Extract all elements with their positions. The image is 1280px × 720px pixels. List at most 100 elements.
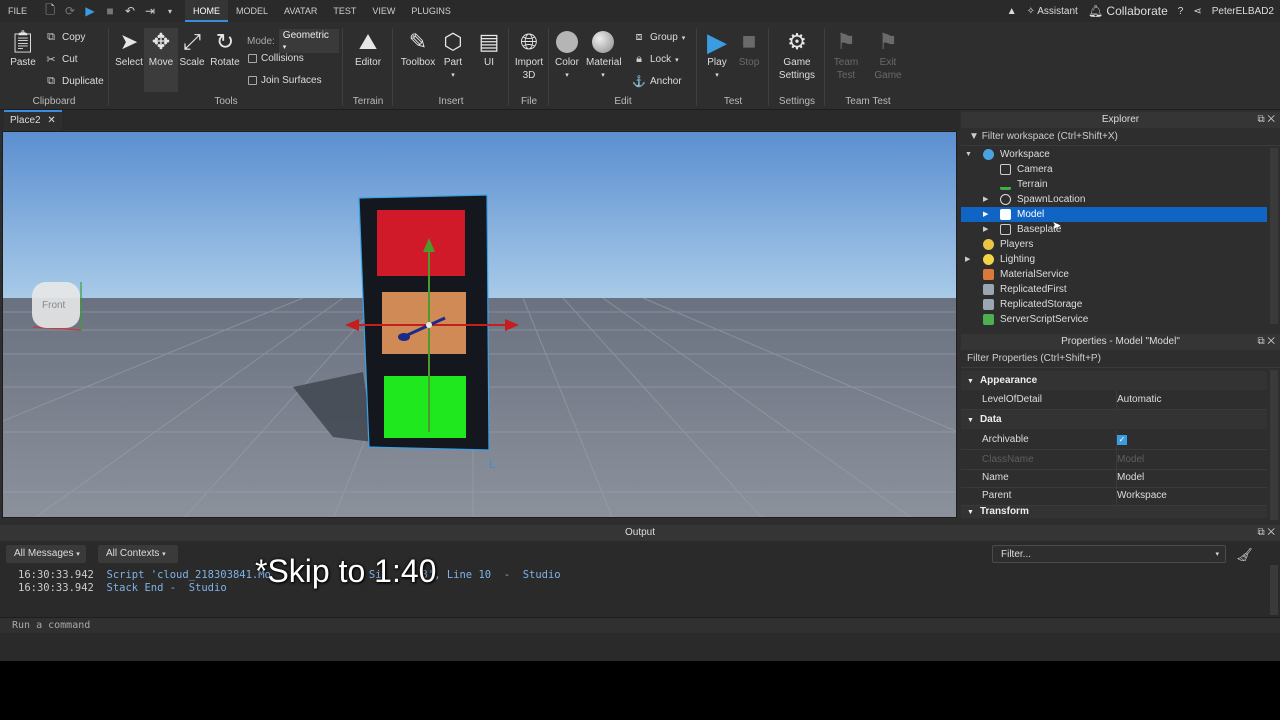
properties-window-controls[interactable]: ⧉ ✕ — [1257, 334, 1275, 350]
command-bar[interactable]: Run a command — [0, 617, 1280, 633]
tab-test[interactable]: TEST — [325, 0, 364, 22]
tab-model[interactable]: MODEL — [228, 0, 276, 22]
tab-place2[interactable]: Place2 ✕ — [4, 110, 62, 130]
all-contexts-dropdown[interactable]: All Contexts ▾ — [98, 545, 178, 563]
lock-button[interactable]: 🔒︎ Lock ▾ — [632, 53, 679, 66]
properties-filter[interactable]: Filter Properties (Ctrl+Shift+P) — [961, 350, 1280, 368]
explorer-window-controls[interactable]: ⧉ ✕ — [1257, 112, 1275, 128]
collisions-toggle[interactable]: Collisions — [248, 53, 304, 64]
all-messages-dropdown[interactable]: All Messages ▾ — [6, 545, 86, 563]
anchor-button[interactable]: ⚓ Anchor — [632, 75, 682, 88]
share-icon[interactable]: ⋖ — [1193, 6, 1201, 17]
copy-button[interactable]: ⧉ Copy — [44, 31, 85, 44]
select-button[interactable]: ➤ Select — [112, 28, 146, 69]
property-levelofdetail[interactable]: LevelOfDetail Automatic — [961, 390, 1267, 410]
tree-item-serverscriptservice[interactable]: ServerScriptService — [961, 312, 1267, 327]
material-button[interactable]: Material ▾ — [586, 28, 622, 82]
help-icon[interactable]: ? — [1178, 6, 1184, 17]
terrain-editor-button[interactable]: ⛰ Editor — [351, 28, 385, 69]
tree-item-workspace[interactable]: ▼ Workspace — [961, 147, 1267, 162]
tab-home[interactable]: HOME — [185, 0, 229, 22]
join-surfaces-checkbox[interactable] — [248, 76, 257, 85]
expand-arrow-icon[interactable]: ▶ — [983, 192, 988, 207]
expand-arrow-icon[interactable]: ▶ — [983, 207, 988, 222]
tab-avatar[interactable]: AVATAR — [276, 0, 325, 22]
duplicate-button[interactable]: ⧉ Duplicate — [44, 75, 104, 88]
paste-button[interactable]: 📋︎ Paste — [6, 28, 40, 69]
publish-icon[interactable]: ⇥ — [141, 4, 159, 18]
game-settings-button[interactable]: ⚙ Game Settings — [777, 28, 817, 82]
clear-output-icon[interactable]: 🧹︎ — [1236, 547, 1253, 563]
scale-button[interactable]: ⤢ Scale — [175, 28, 209, 69]
tree-item-camera[interactable]: Camera — [961, 162, 1267, 177]
property-name-row[interactable]: Name Model — [961, 468, 1267, 488]
collaborate-button[interactable]: 🔔︎ Collaborate — [1088, 4, 1168, 18]
output-window-controls[interactable]: ⧉ ✕ — [1257, 525, 1275, 541]
tree-item-spawnlocation[interactable]: ▶ SpawnLocation — [961, 192, 1267, 207]
output-filter-input[interactable]: Filter... ▾ — [992, 545, 1226, 563]
collapse-ribbon-icon[interactable]: ▲ — [1007, 6, 1017, 17]
move-handle-z-end[interactable] — [398, 333, 410, 341]
material-dropdown-icon[interactable]: ▾ — [586, 69, 620, 82]
import-3d-button[interactable]: 🌐︎ Import 3D — [512, 28, 546, 82]
section-data[interactable]: ▼ Data — [961, 410, 1267, 429]
tree-item-materialservice[interactable]: MaterialService — [961, 267, 1267, 282]
exit-game-button[interactable]: ⚑ Exit Game — [871, 28, 905, 82]
part-dropdown-icon[interactable]: ▾ — [436, 69, 470, 82]
properties-scrollbar[interactable] — [1270, 370, 1278, 520]
team-test-button[interactable]: ⚑ Team Test — [829, 28, 863, 82]
explorer-scrollbar[interactable] — [1270, 148, 1278, 324]
play-quick-icon[interactable]: ▶ — [81, 4, 99, 18]
mode-selector[interactable]: Mode: Geometric ▾ — [247, 29, 339, 53]
group-button[interactable]: ⧈ Group ▾ — [632, 31, 686, 44]
tree-item-replicatedstorage[interactable]: ReplicatedStorage — [961, 297, 1267, 312]
tab-plugins[interactable]: PLUGINS — [403, 0, 459, 22]
tab-view[interactable]: VIEW — [364, 0, 403, 22]
expand-arrow-icon[interactable]: ▶ — [983, 222, 988, 237]
move-button[interactable]: ✥ Move — [144, 28, 178, 92]
amber-light[interactable] — [382, 292, 466, 354]
3d-viewport[interactable]: L Front — [2, 131, 957, 518]
color-button[interactable]: Color ▾ — [550, 28, 584, 82]
property-value[interactable]: Model — [1116, 468, 1144, 488]
toolbox-button[interactable]: ✎ Toolbox — [398, 28, 438, 69]
tree-item-replicatedfirst[interactable]: ReplicatedFirst — [961, 282, 1267, 297]
tree-item-lighting[interactable]: ▶ Lighting — [961, 252, 1267, 267]
stop-quick-icon[interactable]: ■ — [101, 4, 119, 18]
section-transform[interactable]: ▼ Transform — [961, 506, 1267, 518]
collisions-checkbox[interactable] — [248, 54, 257, 63]
tree-item-players[interactable]: Players — [961, 237, 1267, 252]
play-button[interactable]: ▶ Play ▾ — [700, 27, 734, 82]
ui-button[interactable]: ▤ UI — [472, 28, 506, 69]
cut-button[interactable]: ✂ Cut — [44, 53, 77, 66]
user-name[interactable]: PeterELBAD2 — [1212, 6, 1274, 17]
tree-item-model[interactable]: ▶ Model — [961, 207, 1267, 222]
property-value[interactable]: Workspace — [1116, 486, 1167, 506]
new-file-icon[interactable]: 🗋 — [41, 1, 59, 22]
tree-item-baseplate[interactable]: ▶ Baseplate ➤ — [961, 220, 1267, 237]
mode-dropdown[interactable]: Geometric ▾ — [278, 29, 339, 53]
section-appearance[interactable]: ▼ Appearance — [961, 371, 1267, 390]
part-button[interactable]: ⬡ Part ▾ — [436, 28, 470, 82]
customize-arrow-icon[interactable]: ▾ — [161, 7, 179, 16]
expand-arrow-icon[interactable]: ▶ — [965, 252, 970, 267]
output-scrollbar[interactable] — [1270, 565, 1278, 615]
explorer-filter[interactable]: ▼ Filter workspace (Ctrl+Shift+X) — [961, 128, 1280, 146]
property-archivable[interactable]: Archivable ✓ — [961, 430, 1267, 450]
red-light[interactable] — [377, 210, 465, 276]
green-light[interactable] — [384, 376, 466, 438]
expand-arrow-icon[interactable]: ▼ — [965, 147, 972, 162]
join-surfaces-toggle[interactable]: Join Surfaces — [248, 75, 322, 86]
tree-item-terrain[interactable]: Terrain — [961, 177, 1267, 192]
color-dropdown-icon[interactable]: ▾ — [550, 69, 584, 82]
close-icon[interactable]: ✕ — [47, 115, 55, 126]
play-dropdown-icon[interactable]: ▾ — [700, 69, 734, 82]
undo-icon[interactable]: ↶ — [121, 4, 139, 18]
assistant-button[interactable]: ✧ Assistant — [1027, 6, 1078, 17]
property-value[interactable]: Automatic — [1116, 390, 1161, 410]
property-parent[interactable]: Parent Workspace — [961, 486, 1267, 506]
stop-button[interactable]: ■ Stop — [732, 28, 766, 69]
rotate-button[interactable]: ↻ Rotate — [208, 28, 242, 69]
archivable-checkbox[interactable]: ✓ — [1116, 430, 1127, 450]
refresh-icon[interactable]: ⟳ — [61, 4, 79, 18]
